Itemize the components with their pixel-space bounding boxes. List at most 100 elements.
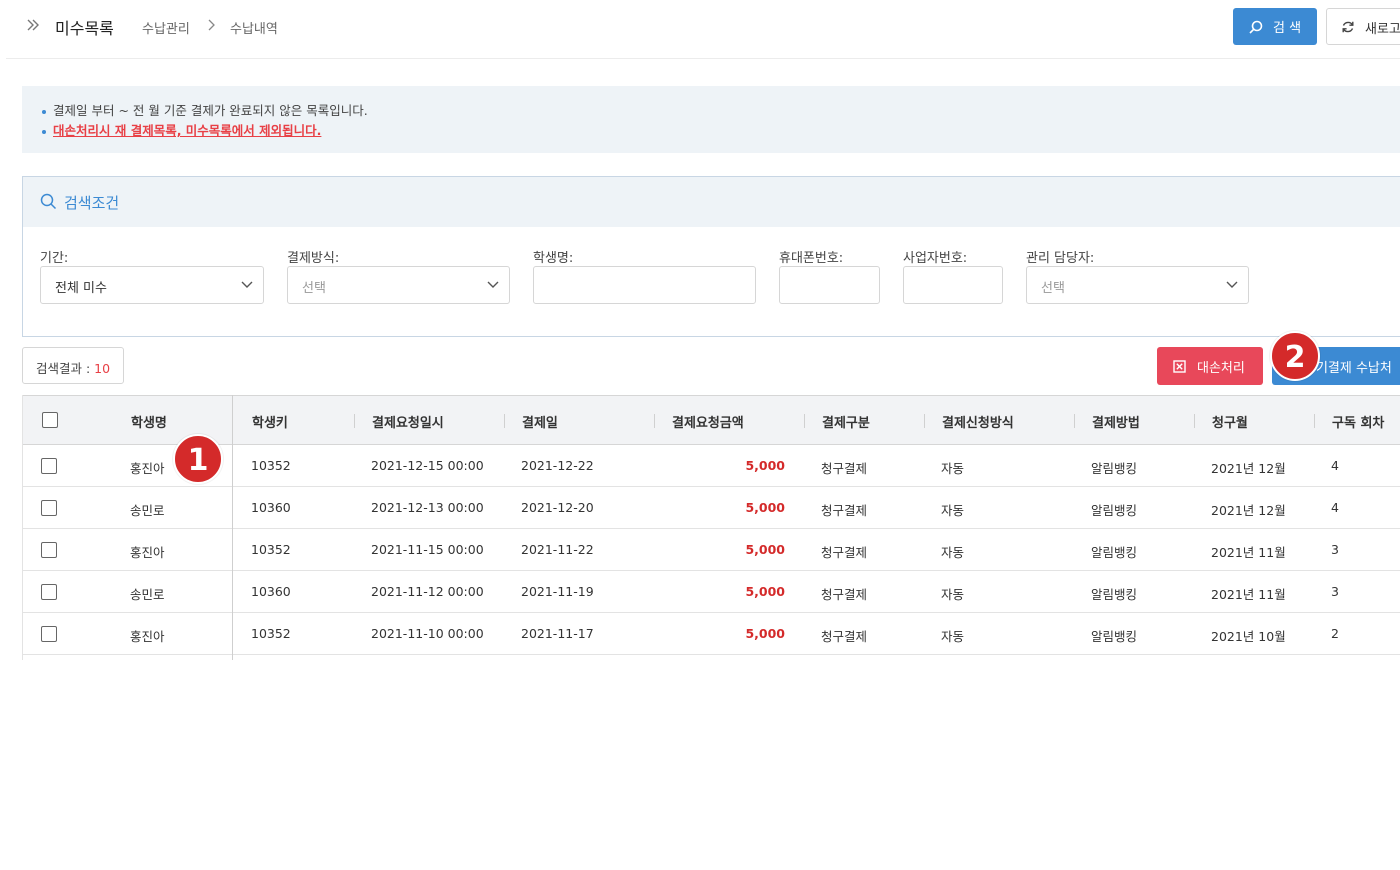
cell-pay-date: 2021-12-22	[521, 458, 594, 473]
column-divider	[354, 414, 355, 428]
pay-method-select[interactable]: 선택	[287, 266, 510, 304]
refresh-icon	[1342, 21, 1354, 33]
table-header: 학생명 학생키 결제요청일시 결제일 결제요청금액 결제구분 결제신청방식 결제…	[22, 395, 1400, 445]
search-conditions-panel: 검색조건 기간: 전체 미수 결제방식: 선택 학생명: 휴대폰번호: 사업자번…	[22, 176, 1400, 337]
manager-select[interactable]: 선택	[1026, 266, 1249, 304]
col-request-datetime[interactable]: 결제요청일시	[372, 412, 444, 431]
biz-no-input[interactable]	[903, 266, 1003, 304]
column-divider	[804, 414, 805, 428]
column-divider	[654, 414, 655, 428]
annotation-marker-2: 2	[1270, 331, 1320, 381]
cell-apply-method: 자동	[941, 461, 965, 476]
cell-pay-method: 알림뱅킹	[1091, 503, 1138, 518]
refresh-button[interactable]: 새로고	[1326, 8, 1400, 45]
manager-label: 관리 담당자:	[1026, 251, 1095, 266]
col-pay-method[interactable]: 결제방법	[1092, 412, 1140, 431]
period-label: 기간:	[40, 251, 69, 266]
phone-input[interactable]	[779, 266, 880, 304]
cell-pay-method: 알림뱅킹	[1091, 461, 1138, 476]
column-divider	[1314, 414, 1315, 428]
chevron-down-icon	[241, 281, 253, 288]
bad-debt-button-label: 대손처리	[1197, 361, 1245, 376]
cell-bill-month: 2021년 12월	[1211, 503, 1286, 518]
row-checkbox[interactable]	[41, 458, 57, 474]
search-icon	[1249, 20, 1263, 34]
cell-student-name: 송민로	[130, 587, 165, 602]
col-pay-type[interactable]: 결제구분	[822, 412, 870, 431]
cell-round: 3	[1331, 584, 1339, 599]
cell-student-key: 10352	[251, 626, 291, 641]
cell-student-key: 10352	[251, 542, 291, 557]
result-count-number: 10	[94, 361, 111, 376]
cell-pay-method: 알림뱅킹	[1091, 587, 1138, 602]
row-checkbox[interactable]	[41, 542, 57, 558]
cell-request-datetime: 2021-11-10 00:00	[371, 626, 484, 641]
cell-student-name: 홍진아	[130, 461, 165, 476]
cell-request-datetime: 2021-12-15 00:00	[371, 458, 484, 473]
cell-student-key: 10360	[251, 500, 291, 515]
col-request-amount[interactable]: 결제요청금액	[672, 412, 744, 431]
search-icon	[40, 193, 57, 210]
breadcrumb-item-billing[interactable]: 수납관리	[142, 18, 190, 37]
cell-apply-method: 자동	[941, 545, 965, 560]
cell-request-datetime: 2021-11-15 00:00	[371, 542, 484, 557]
cell-pay-date: 2021-12-20	[521, 500, 594, 515]
chevron-down-icon	[1226, 281, 1238, 288]
search-button[interactable]: 검 색	[1233, 8, 1317, 45]
cell-bill-month: 2021년 11월	[1211, 545, 1286, 560]
table-row[interactable]: 홍진아 10352 2021-12-15 00:00 2021-12-22 5,…	[22, 445, 1400, 487]
cell-apply-method: 자동	[941, 629, 965, 644]
student-name-input[interactable]	[533, 266, 756, 304]
cell-amount: 5,000	[745, 500, 785, 515]
cell-student-name: 송민로	[130, 503, 165, 518]
search-panel-title: 검색조건	[64, 194, 120, 212]
double-chevron-right-icon[interactable]	[26, 17, 40, 33]
column-divider	[1194, 414, 1195, 428]
row-checkbox[interactable]	[41, 584, 57, 600]
cell-student-key: 10360	[251, 584, 291, 599]
cell-pay-type: 청구결제	[821, 629, 868, 644]
close-box-icon	[1173, 360, 1186, 373]
cell-round: 3	[1331, 542, 1339, 557]
breadcrumb-item-history[interactable]: 수납내역	[230, 18, 278, 37]
col-apply-method[interactable]: 결제신청방식	[942, 412, 1014, 431]
col-bill-month[interactable]: 청구월	[1212, 412, 1248, 431]
search-button-label: 검 색	[1273, 21, 1302, 36]
row-checkbox[interactable]	[41, 626, 57, 642]
cell-apply-method: 자동	[941, 587, 965, 602]
table-row[interactable]: 홍진아 10352 2021-11-10 00:00 2021-11-17 5,…	[22, 613, 1400, 655]
cell-student-name: 홍진아	[130, 629, 165, 644]
col-subscription-round[interactable]: 구독 회차	[1332, 412, 1384, 431]
cell-pay-type: 청구결제	[821, 587, 868, 602]
col-student-name[interactable]: 학생명	[131, 412, 167, 431]
bullet-icon	[42, 109, 46, 114]
student-name-label: 학생명:	[533, 251, 574, 266]
column-divider	[924, 414, 925, 428]
table-row[interactable]: 송민로 10360 2021-11-12 00:00 2021-11-19 5,…	[22, 571, 1400, 613]
col-student-key[interactable]: 학생키	[252, 412, 288, 431]
cell-pay-date: 2021-11-19	[521, 584, 594, 599]
cell-bill-month: 2021년 11월	[1211, 587, 1286, 602]
col-pay-date[interactable]: 결제일	[522, 412, 558, 431]
cell-amount: 5,000	[745, 542, 785, 557]
table-row[interactable]: 송민로 10360 2021-12-13 00:00 2021-12-20 5,…	[22, 487, 1400, 529]
page-title: 미수목록	[55, 19, 114, 38]
cell-student-name: 홍진아	[130, 545, 165, 560]
column-divider	[504, 414, 505, 428]
period-select[interactable]: 전체 미수	[40, 266, 264, 304]
table-row[interactable]: 홍진아 10352 2021-11-15 00:00 2021-11-22 5,…	[22, 529, 1400, 571]
search-panel-header: 검색조건	[23, 177, 1400, 227]
cell-pay-type: 청구결제	[821, 461, 868, 476]
cell-pay-method: 알림뱅킹	[1091, 629, 1138, 644]
cell-round: 4	[1331, 458, 1339, 473]
select-all-checkbox[interactable]	[42, 412, 58, 428]
chevron-right-icon	[208, 19, 215, 31]
result-count-label: 검색결과 :	[36, 361, 95, 376]
cell-round: 4	[1331, 500, 1339, 515]
bad-debt-button[interactable]: 대손처리	[1157, 347, 1263, 385]
row-checkbox[interactable]	[41, 500, 57, 516]
cell-request-datetime: 2021-11-12 00:00	[371, 584, 484, 599]
notice-warning: 대손처리시 재 결제목록, 미수목록에서 제외됩니다.	[53, 123, 322, 138]
cell-amount: 5,000	[745, 626, 785, 641]
cell-pay-type: 청구결제	[821, 503, 868, 518]
